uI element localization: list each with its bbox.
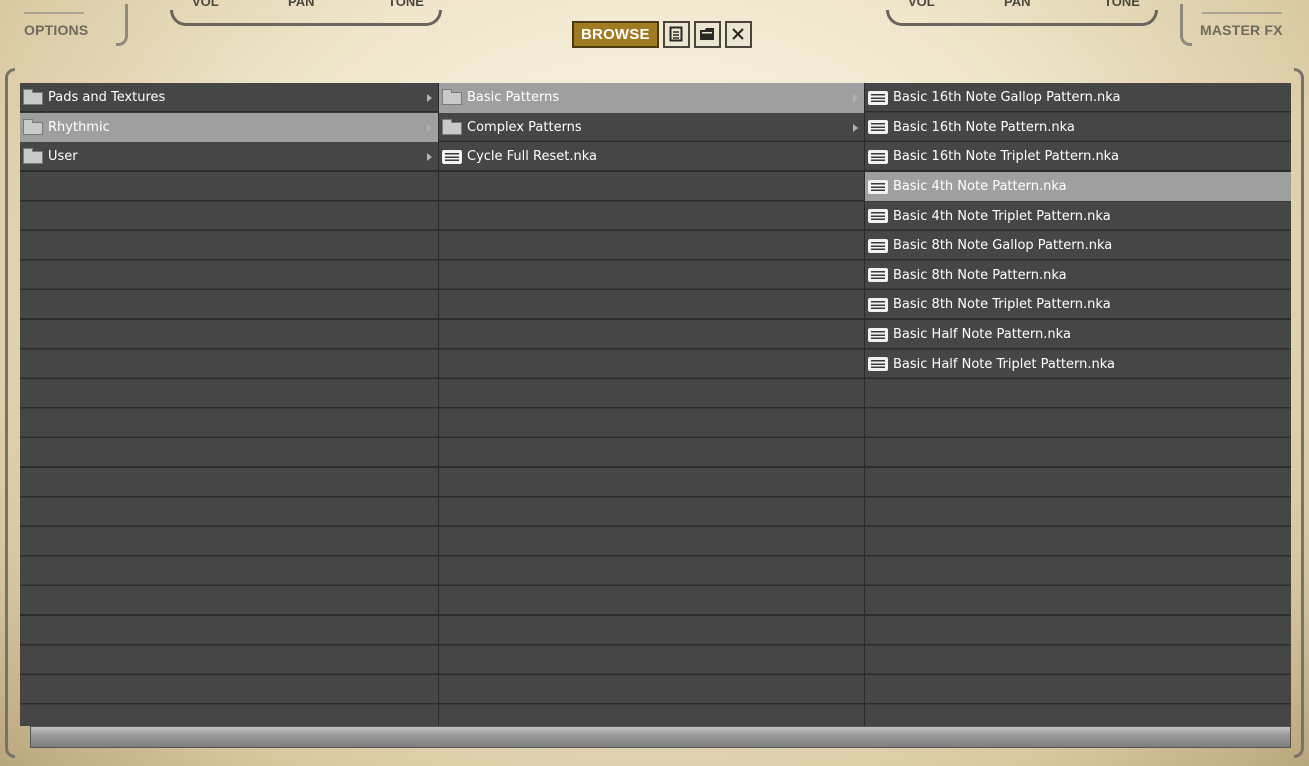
file-row[interactable]: Cycle Full Reset.nka xyxy=(439,142,864,172)
file-row[interactable]: Basic 8th Note Gallop Pattern.nka xyxy=(865,231,1291,261)
knob-group-bracket xyxy=(170,10,442,26)
panel-frame-right xyxy=(1294,68,1304,758)
file-row[interactable]: Basic 16th Note Pattern.nka xyxy=(865,113,1291,143)
folder-row[interactable]: Basic Patterns xyxy=(439,83,864,113)
file-row[interactable]: Basic 16th Note Triplet Pattern.nka xyxy=(865,142,1291,172)
row-label: Basic 8th Note Gallop Pattern.nka xyxy=(893,238,1113,254)
close-button[interactable] xyxy=(724,20,752,48)
browser-toolbar: BROWSE xyxy=(572,20,752,48)
row-label: User xyxy=(48,149,78,165)
right-knob-group: VOL PAN TONE xyxy=(886,0,1158,30)
file-icon xyxy=(868,238,888,253)
tone-label: TONE xyxy=(388,0,424,9)
folder-icon xyxy=(23,89,43,106)
browser-column-2[interactable]: Basic Patterns Complex Patterns Cycle Full… xyxy=(439,83,865,726)
file-row[interactable]: Basic 4th Note Triplet Pattern.nka xyxy=(865,201,1291,231)
vol-label: VOL xyxy=(192,0,219,9)
folder-icon xyxy=(442,89,462,106)
row-label: Basic 4th Note Pattern.nka xyxy=(893,179,1067,195)
chevron-right-icon xyxy=(427,123,432,132)
file-row[interactable]: Basic 8th Note Triplet Pattern.nka xyxy=(865,290,1291,320)
tab-bracket xyxy=(116,4,128,46)
file-icon xyxy=(868,297,888,312)
row-label: Basic 16th Note Gallop Pattern.nka xyxy=(893,90,1121,106)
row-label: Complex Patterns xyxy=(467,119,582,135)
row-label: Rhythmic xyxy=(48,119,110,135)
row-label: Basic Half Note Pattern.nka xyxy=(893,327,1071,343)
chevron-right-icon xyxy=(427,94,432,102)
file-icon xyxy=(868,357,888,372)
file-row[interactable]: Basic Half Note Triplet Pattern.nka xyxy=(865,349,1291,379)
row-label: Basic 16th Note Pattern.nka xyxy=(893,119,1075,135)
file-icon xyxy=(868,268,888,283)
tab-divider xyxy=(24,12,84,14)
browser-column-3[interactable]: Basic 16th Note Gallop Pattern.nka Basic … xyxy=(865,83,1291,726)
row-label: Basic 4th Note Triplet Pattern.nka xyxy=(893,208,1111,224)
options-tab[interactable]: OPTIONS xyxy=(10,0,128,52)
file-icon xyxy=(868,179,888,194)
pan-label: PAN xyxy=(288,0,315,9)
file-icon xyxy=(868,120,888,135)
panel-frame-left xyxy=(5,68,15,758)
tone-label: TONE xyxy=(1104,0,1140,9)
row-label: Basic 16th Note Triplet Pattern.nka xyxy=(893,149,1119,165)
folder-icon xyxy=(23,148,43,165)
tab-divider xyxy=(1202,12,1282,14)
header: OPTIONS VOL PAN TONE BROWSE VOL PAN TONE… xyxy=(0,0,1309,80)
file-row[interactable]: Basic Half Note Pattern.nka xyxy=(865,320,1291,350)
chevron-right-icon xyxy=(427,153,432,162)
chevron-right-icon xyxy=(853,94,858,102)
browser-column-1[interactable]: Pads and Textures Rhythmic User xyxy=(20,83,439,726)
pan-label: PAN xyxy=(1004,0,1031,9)
folder-row[interactable]: User xyxy=(20,142,438,172)
folder-row[interactable]: Pads and Textures xyxy=(20,83,438,113)
file-icon xyxy=(868,149,888,164)
row-label: Pads and Textures xyxy=(48,90,166,106)
master-fx-label: MASTER FX xyxy=(1200,22,1283,38)
browse-button[interactable]: BROWSE xyxy=(572,20,659,48)
folder-row[interactable]: Complex Patterns xyxy=(439,113,864,143)
row-stripes xyxy=(20,83,438,726)
folder-icon xyxy=(700,28,715,40)
vol-label: VOL xyxy=(908,0,935,9)
row-label: Basic Half Note Triplet Pattern.nka xyxy=(893,356,1116,372)
row-label: Cycle Full Reset.nka xyxy=(467,149,597,165)
row-label: Basic 8th Note Pattern.nka xyxy=(893,267,1067,283)
close-icon xyxy=(732,28,744,40)
folder-icon xyxy=(442,118,462,135)
knob-group-bracket xyxy=(886,10,1158,26)
options-label: OPTIONS xyxy=(24,22,89,38)
file-row[interactable]: Basic 16th Note Gallop Pattern.nka xyxy=(865,83,1291,113)
document-button[interactable] xyxy=(662,20,690,48)
file-browser: Pads and Textures Rhythmic User Basic Patt… xyxy=(20,83,1291,726)
folder-icon xyxy=(23,118,43,135)
file-icon xyxy=(868,90,888,105)
file-icon xyxy=(868,327,888,342)
row-label: Basic 8th Note Triplet Pattern.nka xyxy=(893,297,1111,313)
document-icon xyxy=(669,26,683,42)
horizontal-scrollbar[interactable] xyxy=(30,726,1291,748)
left-knob-group: VOL PAN TONE xyxy=(170,0,442,30)
row-label: Basic Patterns xyxy=(467,90,560,106)
row-stripes xyxy=(439,83,864,726)
folder-row[interactable]: Rhythmic xyxy=(20,112,438,143)
master-fx-tab[interactable]: MASTER FX xyxy=(1180,0,1309,52)
folder-button[interactable] xyxy=(693,20,721,48)
file-icon xyxy=(868,209,888,224)
tab-bracket xyxy=(1180,4,1192,46)
file-row[interactable]: Basic 4th Note Pattern.nka xyxy=(865,171,1291,202)
chevron-right-icon xyxy=(853,123,858,132)
file-icon xyxy=(442,149,462,164)
file-row[interactable]: Basic 8th Note Pattern.nka xyxy=(865,261,1291,291)
